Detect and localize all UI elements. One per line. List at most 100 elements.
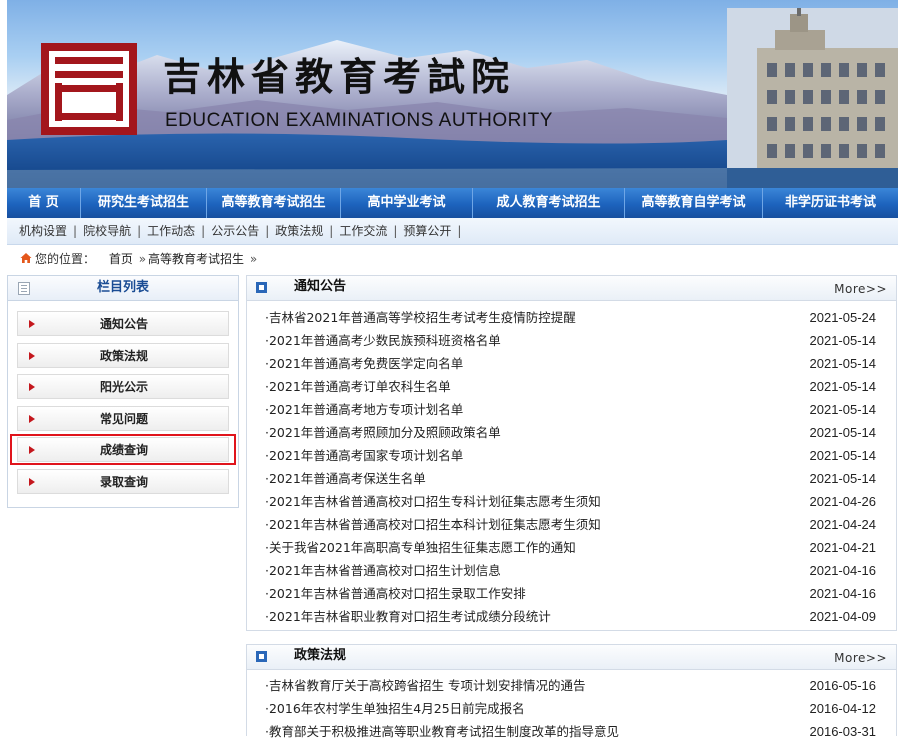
item-title: ·吉林省2021年普通高等学校招生考试考生疫情防控提醒 [265, 310, 576, 325]
building-photo [727, 8, 898, 188]
sidebar-title: 栏目列表 [96, 280, 149, 295]
item-date: 2021-05-14 [809, 379, 877, 394]
separator: | [265, 224, 270, 238]
breadcrumb-home-link[interactable]: 首页 [109, 252, 133, 266]
list-item[interactable]: ·2021年吉林省普通高校对口招生专科计划征集志愿考生须知 2021-04-26 [265, 490, 876, 513]
main-nav-high-school[interactable]: 高中学业考试 [341, 188, 473, 218]
item-date: 2021-04-24 [809, 517, 877, 532]
policies-title: 政策法规 [294, 648, 347, 663]
separator: | [457, 224, 462, 238]
list-item[interactable]: ·吉林省2021年普通高等学校招生考试考生疫情防控提醒 2021-05-24 [265, 306, 876, 329]
sidebar-item-label: 政策法规 [99, 349, 148, 363]
main-nav-self-study[interactable]: 高等教育自学考试 [625, 188, 763, 218]
item-title: ·关于我省2021年高职高专单独招生征集志愿工作的通知 [265, 540, 576, 555]
sub-nav-item[interactable]: 公示公告 [211, 224, 259, 238]
main-nav-higher-education[interactable]: 高等教育考试招生 [207, 188, 341, 218]
sidebar-item-label: 通知公告 [99, 317, 148, 331]
header-banner: 吉林省教育考試院 EDUCATION EXAMINATIONS AUTHORIT… [7, 0, 898, 188]
main-nav: 首 页 研究生考试招生 高等教育考试招生 高中学业考试 成人教育考试招生 高等教… [7, 188, 898, 218]
sub-nav-item[interactable]: 工作动态 [147, 224, 195, 238]
item-date: 2021-04-16 [809, 563, 877, 578]
item-date: 2021-05-14 [809, 471, 877, 486]
sidebar-item-admission-query[interactable]: 录取查询 [17, 469, 229, 494]
breadcrumb-prefix: 您的位置： [35, 252, 96, 266]
separator: | [393, 224, 398, 238]
item-title: ·2021年吉林省普通高校对口招生录取工作安排 [265, 586, 526, 601]
item-date: 2021-04-26 [809, 494, 877, 509]
item-title: ·2021年普通高考少数民族预科班资格名单 [265, 333, 501, 348]
item-date: 2021-05-14 [809, 333, 877, 348]
list-item[interactable]: ·2021年吉林省普通高校对口招生计划信息 2021-04-16 [265, 559, 876, 582]
item-title: ·2021年普通高考保送生名单 [265, 471, 426, 486]
separator: | [201, 224, 206, 238]
item-title: ·2016年农村学生单独招生4月25日前完成报名 [265, 701, 525, 716]
item-date: 2021-05-14 [809, 402, 877, 417]
sidebar-item-label: 阳光公示 [99, 380, 148, 394]
separator: | [329, 224, 334, 238]
policies-panel: 政策法规 More>> ·吉林省教育厅关于高校跨省招生 专项计划安排情况的通告 2… [246, 644, 897, 739]
home-icon [20, 253, 32, 263]
list-item[interactable]: ·2021年吉林省职业教育对口招生考试成绩分段统计 2021-04-09 [265, 605, 876, 628]
item-date: 2021-04-21 [809, 540, 877, 555]
list-item[interactable]: ·2021年普通高考订单农科生名单 2021-05-14 [265, 375, 876, 398]
item-title: ·2021年普通高考国家专项计划名单 [265, 448, 464, 463]
item-date: 2021-05-14 [809, 448, 877, 463]
item-date: 2016-05-16 [809, 678, 877, 693]
item-title: ·2021年普通高考地方专项计划名单 [265, 402, 464, 417]
notices-more-link[interactable]: More>> [834, 278, 887, 300]
sub-nav-item[interactable]: 院校导航 [83, 224, 131, 238]
item-date: 2021-05-14 [809, 356, 877, 371]
separator: | [137, 224, 142, 238]
item-title: ·教育部关于积极推进高等职业教育考试招生制度改革的指导意见 [265, 724, 619, 739]
sidebar-item-score-query[interactable]: 成绩查询 [17, 437, 229, 462]
policies-more-link[interactable]: More>> [834, 647, 887, 669]
list-item[interactable]: ·2021年吉林省普通高校对口招生录取工作安排 2021-04-16 [265, 582, 876, 605]
site-title-english: EDUCATION EXAMINATIONS AUTHORITY [165, 110, 553, 131]
sidebar: 栏目列表 通知公告 政策法规 阳光公示 常见问题 成绩查询 录取查询 [7, 275, 239, 508]
item-title: ·吉林省教育厅关于高校跨省招生 专项计划安排情况的通告 [265, 678, 586, 693]
breadcrumb: 您的位置： 首页 » 高等教育考试招生 » [20, 250, 259, 268]
item-title: ·2021年吉林省普通高校对口招生专科计划征集志愿考生须知 [265, 494, 601, 509]
breadcrumb-arrow-icon: » [138, 252, 147, 266]
breadcrumb-current-link[interactable]: 高等教育考试招生 [148, 252, 244, 266]
main-nav-graduate[interactable]: 研究生考试招生 [81, 188, 207, 218]
sidebar-header: 栏目列表 [8, 276, 238, 301]
sidebar-item-label: 常见问题 [99, 412, 148, 426]
item-title: ·2021年吉林省普通高校对口招生本科计划征集志愿考生须知 [265, 517, 601, 532]
sub-nav-item[interactable]: 政策法规 [275, 224, 323, 238]
sidebar-item-label: 录取查询 [99, 475, 148, 489]
sub-nav-item[interactable]: 预算公开 [403, 224, 451, 238]
item-title: ·2021年普通高考免费医学定向名单 [265, 356, 464, 371]
main-nav-adult-education[interactable]: 成人教育考试招生 [473, 188, 625, 218]
item-title: ·2021年吉林省职业教育对口招生考试成绩分段统计 [265, 609, 551, 624]
main-nav-non-degree[interactable]: 非学历证书考试 [763, 188, 898, 218]
sidebar-item-policies[interactable]: 政策法规 [17, 343, 229, 368]
policies-panel-header: 政策法规 More>> [247, 645, 896, 670]
sidebar-item-notices[interactable]: 通知公告 [17, 311, 229, 336]
sidebar-item-faq[interactable]: 常见问题 [17, 406, 229, 431]
list-item[interactable]: ·2021年普通高考国家专项计划名单 2021-05-14 [265, 444, 876, 467]
item-title: ·2021年普通高考照顾加分及照顾政策名单 [265, 425, 501, 440]
list-item[interactable]: ·2021年普通高考地方专项计划名单 2021-05-14 [265, 398, 876, 421]
separator: | [73, 224, 78, 238]
square-icon [256, 651, 267, 662]
list-item[interactable]: ·2021年普通高考照顾加分及照顾政策名单 2021-05-14 [265, 421, 876, 444]
sub-nav-item[interactable]: 机构设置 [19, 224, 67, 238]
list-item[interactable]: ·2021年普通高考少数民族预科班资格名单 2021-05-14 [265, 329, 876, 352]
site-title-chinese: 吉林省教育考試院 [163, 54, 516, 99]
list-item[interactable]: ·2016年农村学生单独招生4月25日前完成报名 2016-04-12 [265, 697, 876, 720]
list-item[interactable]: ·2021年普通高考保送生名单 2021-05-14 [265, 467, 876, 490]
notices-panel: 通知公告 More>> ·吉林省2021年普通高等学校招生考试考生疫情防控提醒 2… [246, 275, 897, 631]
list-item[interactable]: ·吉林省教育厅关于高校跨省招生 专项计划安排情况的通告 2016-05-16 [265, 674, 876, 697]
square-icon [256, 282, 267, 293]
item-date: 2016-04-12 [809, 701, 877, 716]
list-item[interactable]: ·关于我省2021年高职高专单独招生征集志愿工作的通知 2021-04-21 [265, 536, 876, 559]
sub-nav-item[interactable]: 工作交流 [339, 224, 387, 238]
sidebar-item-sunshine-public[interactable]: 阳光公示 [17, 374, 229, 399]
item-date: 2021-05-14 [809, 425, 877, 440]
item-title: ·2021年普通高考订单农科生名单 [265, 379, 451, 394]
list-item[interactable]: ·2021年吉林省普通高校对口招生本科计划征集志愿考生须知 2021-04-24 [265, 513, 876, 536]
main-nav-home[interactable]: 首 页 [7, 188, 81, 218]
list-item[interactable]: ·教育部关于积极推进高等职业教育考试招生制度改革的指导意见 2016-03-31 [265, 720, 876, 743]
list-item[interactable]: ·2021年普通高考免费医学定向名单 2021-05-14 [265, 352, 876, 375]
